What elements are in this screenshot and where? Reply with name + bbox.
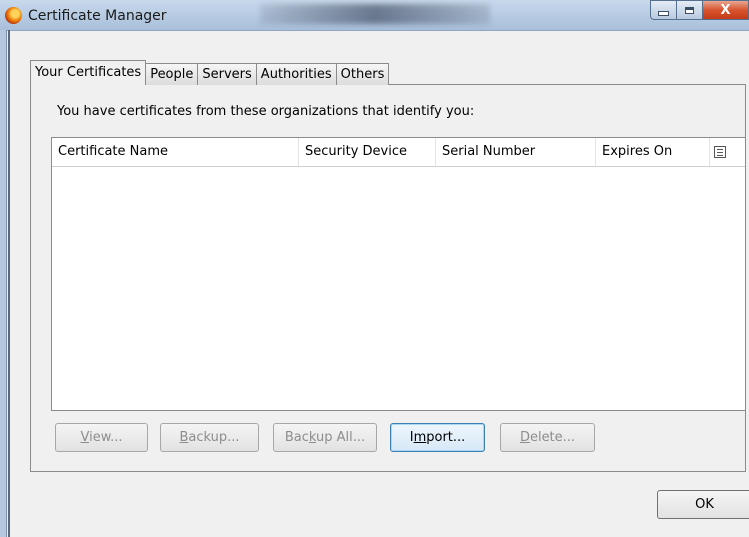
delete-label-post: elete... <box>529 430 576 445</box>
minimize-button[interactable] <box>650 0 677 20</box>
caption-buttons: X <box>650 0 749 22</box>
delete-button[interactable]: Delete... <box>500 423 595 452</box>
import-button[interactable]: Import... <box>390 423 485 452</box>
close-icon: X <box>720 2 731 18</box>
window-frame-left <box>0 30 7 537</box>
intro-text: You have certificates from these organiz… <box>57 104 475 119</box>
column-picker-icon[interactable] <box>714 146 726 158</box>
delete-accesskey: D <box>519 430 530 445</box>
firefox-icon <box>5 7 22 24</box>
tab-your-certificates[interactable]: Your Certificates <box>30 60 147 85</box>
column-security-device[interactable]: Security Device <box>299 138 436 166</box>
tab-authorities[interactable]: Authorities <box>256 63 337 85</box>
backup-all-accesskey: k <box>308 430 317 445</box>
column-certificate-name[interactable]: Certificate Name <box>52 138 299 166</box>
backup-all-button[interactable]: Backup All... <box>273 423 377 452</box>
view-button[interactable]: View... <box>55 423 148 452</box>
window-frame-shadow <box>8 30 10 537</box>
certificate-manager-window: Certificate Manager X Your Certificates … <box>0 0 749 537</box>
tab-people[interactable]: People <box>146 63 199 85</box>
view-accesskey: V <box>80 430 90 445</box>
obscured-title-region <box>260 4 490 24</box>
import-accesskey: m <box>413 430 427 445</box>
close-button[interactable]: X <box>703 0 749 20</box>
maximize-icon <box>685 6 694 14</box>
list-header: Certificate Name Security Device Serial … <box>52 138 745 167</box>
backup-button[interactable]: Backup... <box>160 423 259 452</box>
minimize-icon <box>658 10 669 16</box>
backup-label-post: ackup... <box>188 430 240 445</box>
backup-all-label-post: up All... <box>316 430 366 445</box>
certificate-list[interactable]: Certificate Name Security Device Serial … <box>51 137 746 411</box>
import-label-post: port... <box>426 430 466 445</box>
tab-strip: Your Certificates People Servers Authori… <box>30 60 390 85</box>
tab-others[interactable]: Others <box>336 63 390 85</box>
window-title: Certificate Manager <box>28 8 167 24</box>
ok-button[interactable]: OK <box>657 490 749 519</box>
column-expires-on[interactable]: Expires On <box>596 138 710 166</box>
view-label-post: iew... <box>89 430 123 445</box>
backup-all-label-pre: Bac <box>284 430 309 445</box>
tab-servers[interactable]: Servers <box>198 63 257 85</box>
maximize-button[interactable] <box>677 0 703 20</box>
column-serial-number[interactable]: Serial Number <box>436 138 596 166</box>
title-bar[interactable]: Certificate Manager X <box>0 0 749 31</box>
